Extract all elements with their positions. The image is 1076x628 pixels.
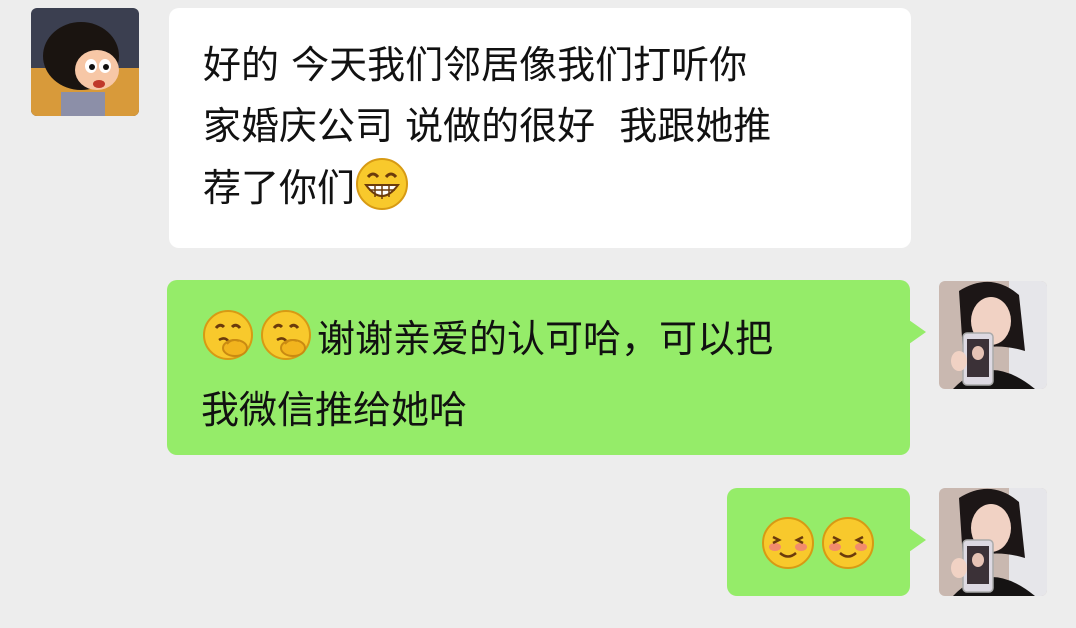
woman-selfie-avatar-icon: [939, 488, 1047, 596]
my-avatar[interactable]: [939, 281, 1047, 389]
message-text-line: 好的 今天我们邻居像我们打听你: [203, 43, 748, 87]
cartoon-girl-avatar-icon: [31, 8, 139, 116]
shy-smile-emoji-icon: [820, 515, 876, 585]
message-text-line: 我微信推给她哈: [201, 388, 468, 432]
message-text-line: 荐了你们: [203, 157, 881, 229]
bubble-tail: [909, 320, 926, 344]
outgoing-message-bubble[interactable]: 谢谢亲爱的认可哈，可以把 我微信推给她哈: [167, 280, 926, 455]
contact-avatar[interactable]: [31, 8, 139, 116]
thinking-emoji-icon: [259, 308, 313, 380]
incoming-message-bubble[interactable]: 好的 今天我们邻居像我们打听你 家婚庆公司 说做的很好 我跟她推 荐了你们: [169, 8, 911, 248]
thinking-emoji-icon: [201, 308, 255, 380]
grin-emoji-icon: [355, 157, 409, 229]
message-text-line: 家婚庆公司 说做的很好 我跟她推: [203, 104, 772, 148]
outgoing-message-bubble[interactable]: [727, 488, 926, 596]
bubble-tail: [909, 528, 926, 552]
woman-selfie-avatar-icon: [939, 281, 1047, 389]
my-avatar[interactable]: [939, 488, 1047, 596]
shy-smile-emoji-icon: [760, 515, 816, 585]
message-text-line: 谢谢亲爱的认可哈，可以把: [201, 308, 880, 380]
